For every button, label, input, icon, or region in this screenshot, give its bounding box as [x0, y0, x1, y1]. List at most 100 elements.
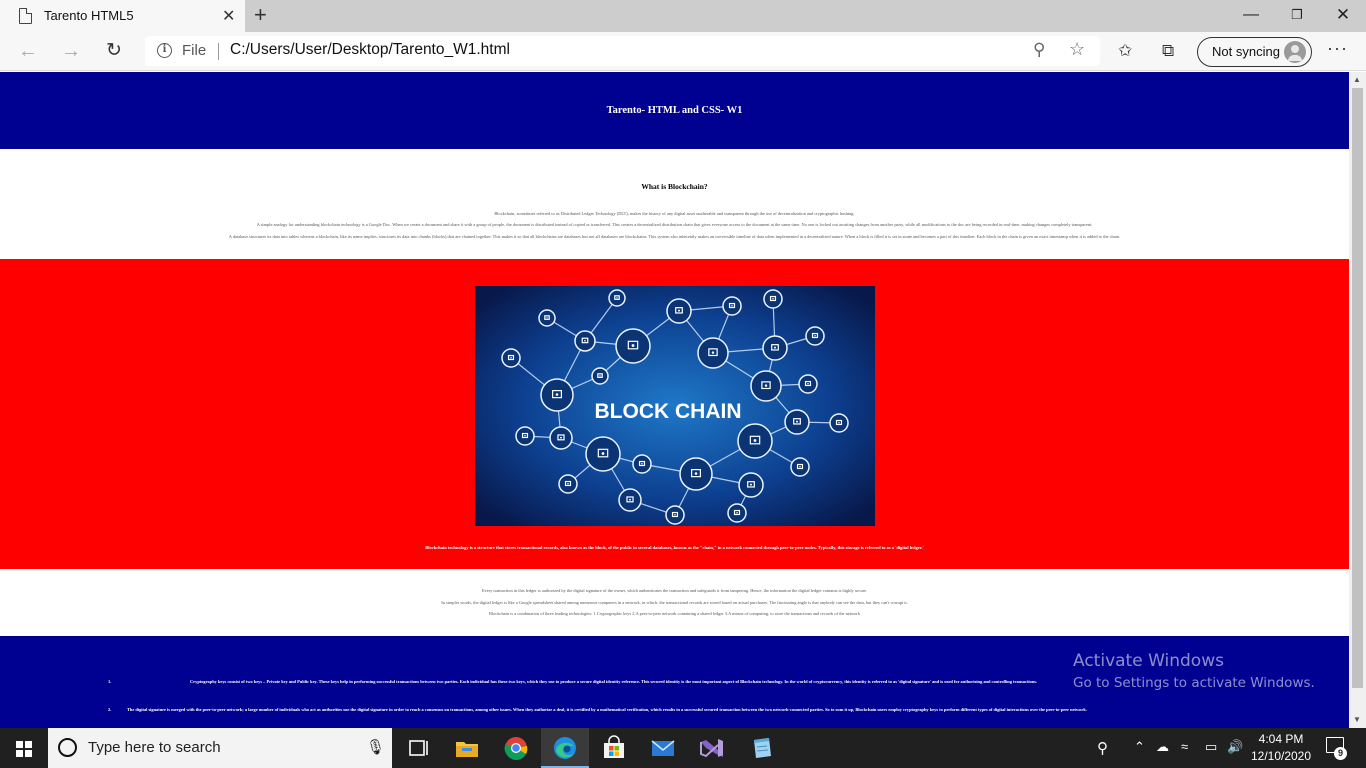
sync-button[interactable]: Not syncing — [1197, 37, 1312, 67]
activate-windows-watermark: Activate Windows Go to Settings to activ… — [1073, 651, 1315, 691]
people-icon[interactable]: ⚲ — [1097, 739, 1108, 757]
taskbar: Type here to search 🎙 ⚲ ⌃ ☁ ≈ ▭ 🔊 4:04 P… — [0, 728, 1366, 768]
network-node-icon — [737, 423, 773, 459]
windows-start-icon[interactable] — [0, 728, 48, 768]
network-node-icon — [738, 472, 764, 498]
url-text[interactable]: C:/Users/User/Desktop/Tarento_W1.html — [230, 41, 510, 59]
show-hidden-icons-icon[interactable]: ⌃ — [1134, 739, 1145, 755]
network-node-icon — [549, 426, 573, 450]
network-node-icon — [798, 374, 818, 394]
network-node-icon — [829, 413, 849, 433]
search-placeholder: Type here to search — [88, 739, 221, 756]
minimize-icon[interactable]: — — [1228, 0, 1274, 32]
image-caption: BLOCK CHAIN — [595, 400, 742, 423]
task-view-icon[interactable] — [404, 734, 432, 762]
mail-icon[interactable] — [649, 734, 677, 762]
list-item-number: 1. — [108, 679, 112, 684]
network-node-icon — [790, 457, 810, 477]
intro-section: What is Blockchain? Blockchain, sometime… — [0, 149, 1349, 259]
network-node-icon — [515, 426, 535, 446]
scrollbar-thumb[interactable] — [1352, 88, 1363, 688]
network-node-icon — [585, 436, 621, 472]
section-heading: What is Blockchain? — [641, 182, 708, 191]
network-node-icon — [666, 298, 692, 324]
microphone-icon[interactable]: 🎙 — [366, 738, 385, 756]
taskbar-clock[interactable]: 4:04 PM 12/10/2020 — [1248, 731, 1314, 765]
network-node-icon — [762, 335, 788, 361]
close-tab-icon[interactable]: ✕ — [222, 6, 235, 26]
scroll-down-icon[interactable]: ▼ — [1353, 715, 1361, 724]
chrome-icon[interactable] — [502, 734, 530, 762]
watermark-title: Activate Windows — [1073, 651, 1224, 671]
network-node-icon — [618, 488, 642, 512]
clock-date: 12/10/2020 — [1250, 749, 1312, 763]
file-explorer-icon[interactable] — [453, 734, 481, 762]
sync-label: Not syncing — [1212, 44, 1280, 59]
divider — [218, 43, 219, 60]
network-node-icon — [784, 409, 810, 435]
network-node-icon — [632, 454, 652, 474]
battery-icon[interactable]: ▭ — [1205, 739, 1217, 755]
visual-studio-icon[interactable] — [698, 734, 726, 762]
network-node-icon — [501, 348, 521, 368]
restore-icon[interactable]: ❐ — [1274, 0, 1320, 32]
new-tab-button[interactable]: + — [254, 3, 267, 27]
taskbar-search-input[interactable]: Type here to search 🎙 — [48, 728, 392, 768]
store-icon[interactable] — [600, 734, 628, 762]
network-node-icon — [574, 330, 596, 352]
clock-time: 4:04 PM — [1258, 732, 1304, 746]
scroll-up-icon[interactable]: ▲ — [1353, 75, 1361, 84]
ledger-paragraph-3: Blockchain is a combination of three lea… — [489, 611, 860, 616]
address-bar[interactable]: i File C:/Users/User/Desktop/Tarento_W1.… — [145, 36, 1100, 66]
intro-paragraph-2: A simple analogy for understanding block… — [256, 222, 1093, 227]
page-viewport: Tarento- HTML and CSS- W1 What is Blockc… — [0, 72, 1349, 728]
more-menu-icon[interactable]: ··· — [1327, 38, 1348, 59]
back-icon[interactable]: ← — [18, 39, 38, 63]
reload-icon[interactable]: ↻ — [106, 39, 122, 63]
close-window-icon[interactable]: ✕ — [1320, 0, 1366, 32]
tab-title: Tarento HTML5 — [44, 8, 134, 23]
list-item: The digital signature is merged with the… — [127, 707, 1087, 712]
page-header: Tarento- HTML and CSS- W1 — [0, 72, 1349, 149]
collections-icon[interactable]: ⧉ — [1162, 39, 1174, 63]
network-node-icon — [540, 378, 574, 412]
image-section-caption: Blockchain technology is a structure tha… — [425, 545, 924, 550]
notepad-icon[interactable] — [747, 734, 775, 762]
notification-count-badge: 9 — [1334, 747, 1347, 760]
network-node-icon — [763, 289, 783, 309]
scheme-label: File — [182, 42, 207, 59]
info-icon[interactable]: i — [157, 43, 172, 58]
browser-tab[interactable]: Tarento HTML5 ✕ — [0, 0, 246, 32]
intro-paragraph-3: A database structures its data into tabl… — [228, 234, 1121, 239]
ledger-section: Every transaction in this ledger is auth… — [0, 569, 1349, 636]
avatar-icon — [1284, 41, 1306, 63]
search-icon — [58, 738, 77, 757]
vertical-scrollbar[interactable]: ▲ ▼ — [1349, 72, 1366, 728]
image-section: BLOCK CHAIN Blockchain technology is a s… — [0, 259, 1349, 569]
volume-icon[interactable]: 🔊 — [1227, 739, 1243, 755]
network-node-icon — [538, 309, 556, 327]
edge-icon[interactable] — [551, 734, 579, 762]
zoom-icon[interactable]: ⚲ — [1033, 40, 1045, 60]
network-node-icon — [615, 328, 651, 364]
blockchain-image: BLOCK CHAIN — [475, 286, 875, 526]
wifi-icon[interactable]: ≈ — [1181, 739, 1188, 754]
watermark-subtitle: Go to Settings to activate Windows. — [1073, 675, 1315, 691]
network-node-icon — [558, 474, 578, 494]
network-node-icon — [727, 503, 747, 523]
onedrive-icon[interactable]: ☁ — [1156, 739, 1169, 755]
tab-strip: Tarento HTML5 ✕ + — ❐ ✕ — [0, 0, 1366, 32]
list-item: Cryptography keys consist of two keys – … — [190, 679, 1038, 684]
intro-paragraph-1: Blockchain, sometimes referred to as Dis… — [494, 211, 855, 216]
list-item-number: 2. — [108, 707, 112, 712]
network-node-icon — [679, 457, 713, 491]
network-node-icon — [750, 370, 782, 402]
network-node-icon — [665, 505, 685, 525]
network-node-icon — [697, 337, 729, 369]
network-node-icon — [591, 367, 609, 385]
favorite-star-icon[interactable]: ☆ — [1069, 39, 1085, 60]
address-toolbar: ← → ↻ i File C:/Users/User/Desktop/Taren… — [0, 32, 1366, 71]
forward-icon[interactable]: → — [61, 39, 81, 63]
favorites-icon[interactable]: ✩ — [1118, 39, 1132, 63]
network-node-icon — [722, 296, 742, 316]
